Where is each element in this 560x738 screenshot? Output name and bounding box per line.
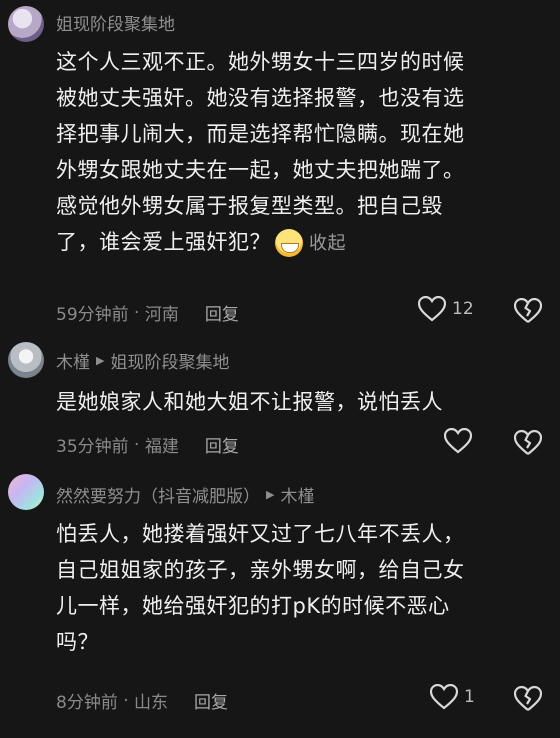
meta-separator: · — [128, 434, 145, 455]
meta-separator: · — [128, 302, 145, 323]
broken-heart-icon — [514, 430, 542, 455]
reply-button[interactable]: 回复 — [194, 688, 228, 713]
comment-location: 福建 — [144, 437, 179, 457]
reply-button[interactable]: 回复 — [205, 300, 239, 325]
avatar[interactable] — [8, 6, 44, 42]
comment-author[interactable]: 然然要努力（抖音减肥版） — [56, 482, 260, 507]
comment-text: 这个人三观不正。她外甥女十三四岁的时候 被她丈夫强奸。她没有选择报警，也没有选 … — [56, 44, 536, 262]
heart-outline-icon — [444, 428, 472, 454]
comment-text: 怕丢人，她搂着强奸又过了七八年不丢人， 自己姐姐家的孩子，亲外甥女啊，给自己女 … — [56, 522, 465, 654]
comment-author[interactable]: 姐现阶段聚集地 — [56, 10, 175, 35]
triangle-right-icon: ▶ — [266, 488, 275, 501]
broken-heart-icon — [514, 298, 542, 323]
comment-time: 8分钟前 — [56, 693, 118, 713]
comment-time: 35分钟前 — [56, 437, 129, 457]
heart-outline-icon — [418, 296, 446, 322]
dislike-button[interactable] — [514, 298, 542, 324]
comment-location: 河南 — [144, 305, 179, 325]
like-button[interactable]: 1 — [430, 684, 475, 710]
reply-to-author[interactable]: 姐现阶段聚集地 — [110, 348, 229, 373]
dislike-button[interactable] — [514, 686, 542, 712]
avatar[interactable] — [8, 474, 44, 510]
meta-separator: · — [117, 690, 135, 711]
broken-heart-icon — [514, 686, 542, 711]
heart-outline-icon — [430, 684, 458, 710]
triangle-right-icon: ▶ — [96, 354, 105, 367]
collapse-button[interactable]: 收起 — [309, 233, 346, 254]
comment-text: 是她娘家人和她大姐不让报警，说怕丢人 — [56, 390, 443, 414]
avatar[interactable] — [8, 342, 44, 378]
grinning-sweat-emoji-icon — [275, 229, 303, 257]
reply-button[interactable]: 回复 — [205, 432, 239, 457]
reply-to-author[interactable]: 木槿 — [280, 482, 314, 507]
like-button[interactable] — [444, 428, 472, 454]
like-count: 1 — [464, 687, 475, 707]
comment-author[interactable]: 木槿 — [56, 348, 90, 373]
like-count: 12 — [452, 299, 474, 319]
comment-time: 59分钟前 — [56, 305, 129, 325]
dislike-button[interactable] — [514, 430, 542, 456]
comment-location: 山东 — [134, 693, 169, 713]
like-button[interactable]: 12 — [418, 296, 474, 322]
